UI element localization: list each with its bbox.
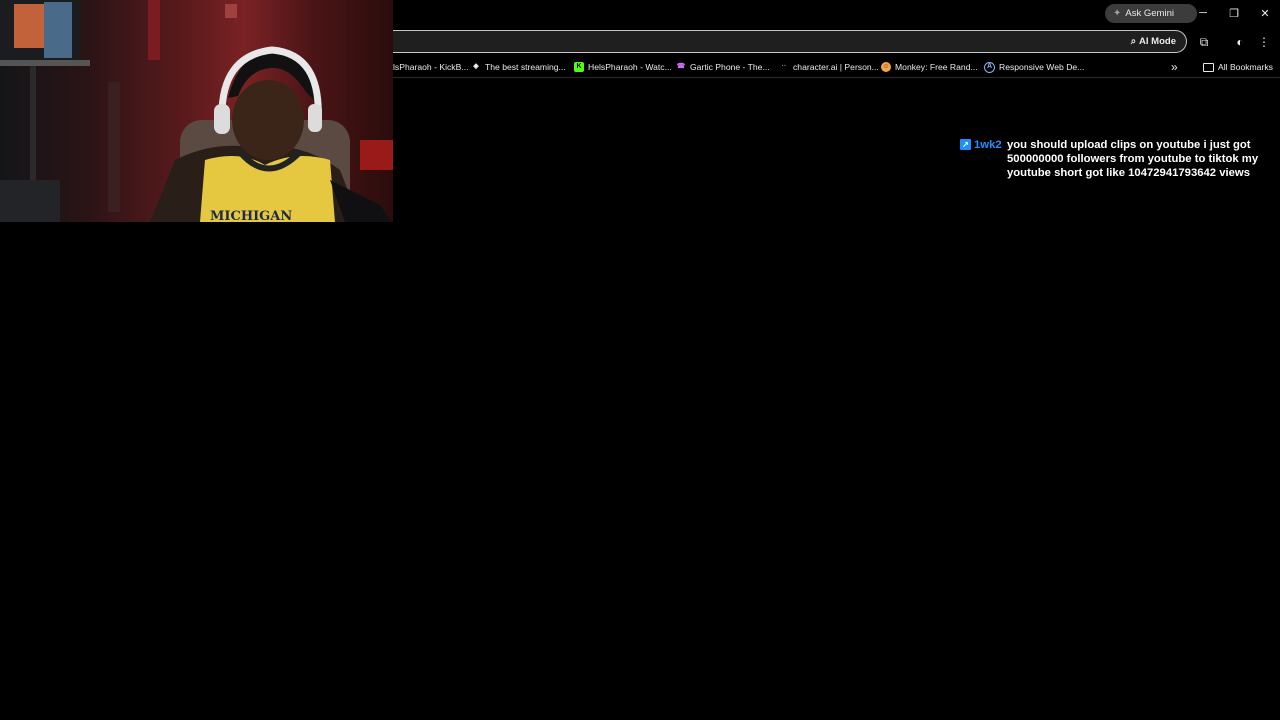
chat-username: 1wk2 — [974, 139, 1002, 151]
ai-mode-label: AI Mode — [1139, 36, 1176, 47]
gemini-spark-icon: ✦ — [1113, 8, 1122, 19]
jersey-text: MICHIGAN — [210, 209, 292, 222]
monkey-icon: ☺ — [881, 62, 891, 72]
bookmark-item[interactable]: A Responsive Web De... — [984, 59, 1084, 75]
figure-box — [14, 4, 44, 48]
headphone-left — [214, 104, 230, 134]
minimize-button[interactable]: ─ — [1193, 4, 1213, 22]
webcam-overlay: MICHIGAN — [0, 0, 393, 222]
gartic-phone-icon: ☎ — [676, 63, 686, 70]
bookmark-item[interactable]: ◈ The best streaming... — [471, 59, 566, 75]
ai-mode-button[interactable]: ⌕ AI Mode — [1125, 33, 1182, 50]
profile-loading-icon: ◐ — [1236, 35, 1244, 49]
bookmark-label: Monkey: Free Rand... — [895, 62, 978, 72]
bookmark-label: character.ai | Person... — [793, 62, 879, 72]
chat-message-text: you should upload clips on youtube i jus… — [1007, 139, 1259, 179]
bookmarks-bar: lsPharaoh - KickB... ◈ The best streamin… — [393, 56, 1280, 78]
address-bar[interactable]: ⌕ AI Mode — [393, 30, 1187, 53]
character-ai-icon: ·· — [781, 63, 787, 70]
bookmark-label: Responsive Web De... — [999, 62, 1085, 72]
red-light — [360, 140, 393, 170]
lamp-stand — [108, 82, 120, 212]
bookmark-item[interactable]: K HelsPharaoh - Watc... — [574, 59, 672, 75]
head — [232, 80, 304, 160]
menu-button[interactable]: ⋮ — [1255, 33, 1273, 51]
shelf-edge — [0, 60, 90, 66]
bookmark-label: Gartic Phone - The... — [690, 62, 770, 72]
headphone-right — [308, 104, 322, 132]
chevron-double-right-icon: » — [1171, 60, 1178, 74]
streaming-site-icon: ◈ — [473, 63, 479, 70]
restore-button[interactable]: ❐ — [1224, 4, 1244, 22]
folder-icon — [1203, 62, 1214, 72]
minimize-icon: ─ — [1199, 7, 1207, 19]
ask-gemini-button[interactable]: ✦ Ask Gemini — [1105, 4, 1197, 23]
browser-toolbar: ⌕ AI Mode ⧉ ◐ ⋮ — [393, 28, 1280, 56]
kick-k-icon: K — [574, 62, 584, 72]
bookmark-item[interactable]: ☎ Gartic Phone - The... — [676, 59, 770, 75]
curtain — [148, 0, 160, 60]
responsive-web-icon: A — [984, 61, 995, 73]
bookmark-item[interactable]: lsPharaoh - KickB... — [393, 59, 468, 75]
puzzle-icon: ⧉ — [1199, 34, 1209, 49]
close-button[interactable]: ✕ — [1255, 4, 1275, 22]
webcam-scene: MICHIGAN — [0, 0, 393, 222]
bookmark-label: HelsPharaoh - Watc... — [588, 62, 672, 72]
figure-box-2 — [44, 2, 72, 58]
desk-left — [0, 180, 60, 222]
bookmark-item[interactable]: ·· character.ai | Person... — [779, 59, 879, 75]
all-bookmarks-button[interactable]: All Bookmarks — [1203, 59, 1273, 75]
ask-gemini-label: Ask Gemini — [1125, 8, 1174, 19]
bookmark-label: lsPharaoh - KickB... — [393, 62, 469, 72]
profile-button[interactable]: ◐ — [1231, 33, 1249, 51]
more-bookmarks-button[interactable]: » — [1171, 59, 1178, 75]
restore-icon: ❐ — [1229, 7, 1239, 20]
bookmark-item[interactable]: ☺ Monkey: Free Rand... — [881, 59, 978, 75]
chat-badge-icon: ↗ — [960, 139, 971, 150]
close-icon: ✕ — [1260, 7, 1270, 20]
extensions-button[interactable]: ⧉ — [1195, 33, 1213, 51]
browser-title-bar: ✦ Ask Gemini ─ ❐ ✕ — [393, 0, 1280, 28]
wall-decoration — [225, 4, 237, 18]
search-sparkle-icon: ⌕ — [1130, 36, 1137, 47]
bookmark-label: The best streaming... — [485, 62, 566, 72]
kebab-menu-icon: ⋮ — [1258, 35, 1270, 49]
all-bookmarks-label: All Bookmarks — [1218, 62, 1273, 72]
